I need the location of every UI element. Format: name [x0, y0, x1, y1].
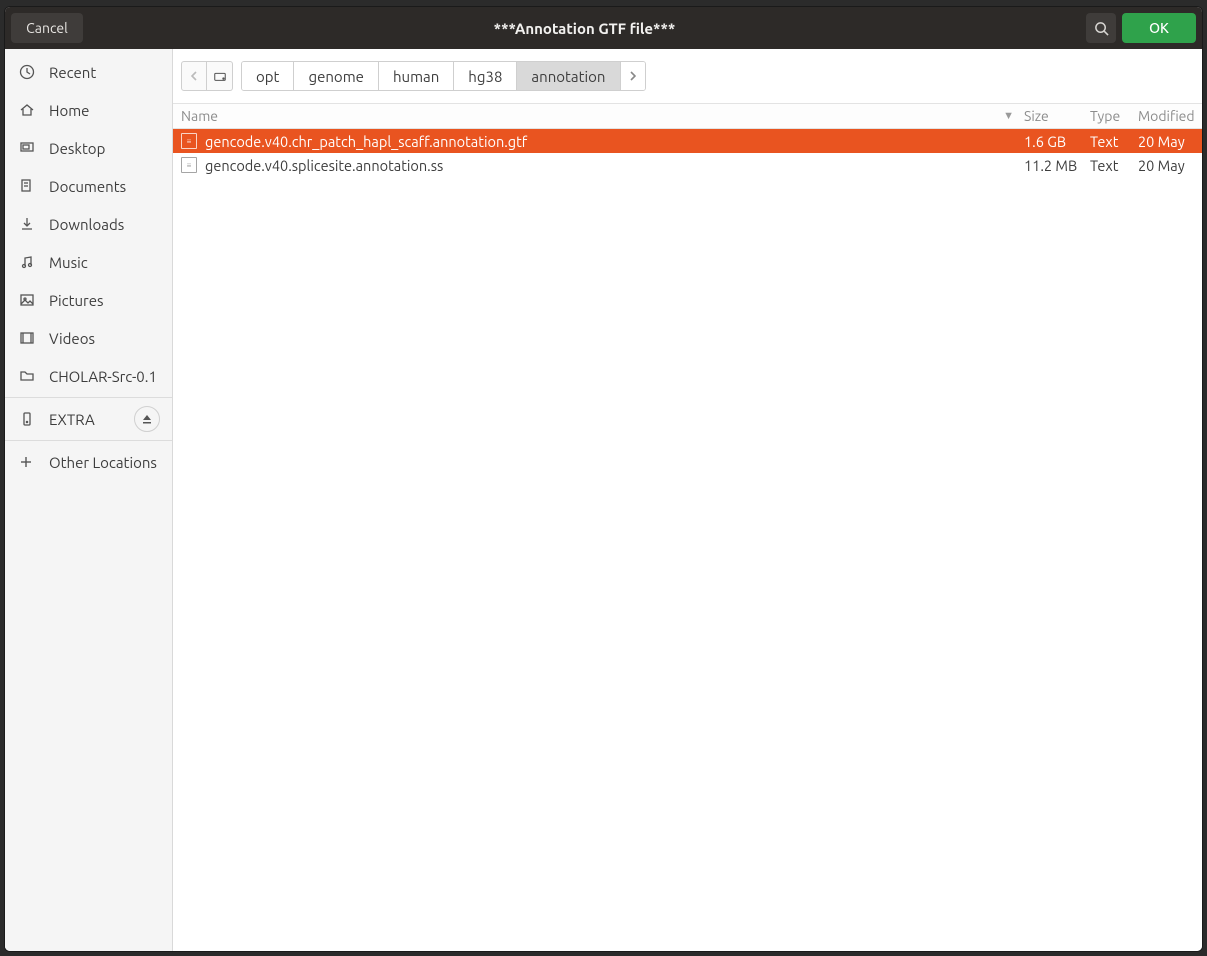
breadcrumb-segment[interactable]: opt [242, 62, 294, 90]
column-header-size[interactable]: Size [1024, 108, 1090, 124]
file-list-header: Name ▼ Size Type Modified [173, 103, 1202, 129]
ok-button[interactable]: OK [1122, 13, 1196, 43]
disk-icon [213, 69, 227, 83]
cancel-button[interactable]: Cancel [11, 13, 83, 43]
sidebar-item-label: Videos [49, 330, 95, 347]
file-row[interactable]: ≡ gencode.v40.chr_patch_hapl_scaff.annot… [173, 129, 1202, 153]
breadcrumb-segment[interactable]: genome [294, 62, 378, 90]
titlebar: Cancel ***Annotation GTF file*** OK [5, 7, 1202, 49]
sidebar-item-downloads[interactable]: Downloads [5, 205, 172, 243]
search-icon [1094, 21, 1109, 36]
breadcrumb-segment-current[interactable]: annotation [517, 62, 620, 90]
home-icon [19, 102, 37, 118]
file-modified: 20 May [1138, 157, 1202, 174]
eject-icon [142, 414, 152, 424]
file-type: Text [1090, 157, 1138, 174]
file-name: gencode.v40.splicesite.annotation.ss [205, 157, 1024, 174]
sidebar-item-desktop[interactable]: Desktop [5, 129, 172, 167]
breadcrumb: opt genome human hg38 annotation [241, 61, 646, 91]
text-file-icon: ≡ [181, 133, 197, 149]
path-root-button[interactable] [207, 61, 233, 91]
sidebar-item-label: Music [49, 254, 88, 271]
main-pane: opt genome human hg38 annotation Name ▼ … [173, 49, 1202, 951]
column-header-name[interactable]: Name ▼ [181, 108, 1024, 124]
file-chooser-window: Cancel ***Annotation GTF file*** OK Rece… [4, 6, 1203, 952]
dialog-title: ***Annotation GTF file*** [89, 20, 1080, 37]
breadcrumb-segment[interactable]: hg38 [454, 62, 517, 90]
clock-icon [19, 64, 37, 80]
sidebar-item-extra[interactable]: EXTRA [5, 400, 172, 438]
drive-icon [19, 411, 37, 427]
file-type: Text [1090, 133, 1138, 150]
path-bar: opt genome human hg38 annotation [173, 49, 1202, 103]
breadcrumb-forward[interactable] [621, 62, 645, 90]
eject-button[interactable] [134, 406, 160, 432]
sidebar-item-label: Desktop [49, 140, 105, 157]
search-button[interactable] [1086, 13, 1116, 43]
column-header-name-label: Name [181, 108, 218, 124]
file-size: 11.2 MB [1024, 157, 1090, 174]
sidebar-separator [5, 440, 172, 441]
sidebar-item-music[interactable]: Music [5, 243, 172, 281]
desktop-icon [19, 140, 37, 156]
sidebar-item-label: Recent [49, 64, 96, 81]
sidebar-item-label: Documents [49, 178, 126, 195]
sidebar-item-label: Downloads [49, 216, 124, 233]
sidebar-item-documents[interactable]: Documents [5, 167, 172, 205]
sidebar-item-videos[interactable]: Videos [5, 319, 172, 357]
file-list: ≡ gencode.v40.chr_patch_hapl_scaff.annot… [173, 129, 1202, 177]
documents-icon [19, 178, 37, 194]
breadcrumb-segment[interactable]: human [379, 62, 454, 90]
sidebar-item-other-locations[interactable]: Other Locations [5, 443, 172, 481]
sidebar-item-label: Home [49, 102, 89, 119]
chevron-right-icon [629, 71, 637, 81]
sidebar-item-pictures[interactable]: Pictures [5, 281, 172, 319]
videos-icon [19, 330, 37, 346]
chevron-left-icon [190, 71, 198, 81]
music-icon [19, 254, 37, 270]
text-file-icon: ≡ [181, 157, 197, 173]
plus-icon [19, 455, 37, 469]
column-header-type[interactable]: Type [1090, 108, 1138, 124]
pictures-icon [19, 292, 37, 308]
sidebar-item-folder[interactable]: CHOLAR-Src-0.1 [5, 357, 172, 395]
file-row[interactable]: ≡ gencode.v40.splicesite.annotation.ss 1… [173, 153, 1202, 177]
path-back-button[interactable] [181, 61, 207, 91]
dialog-body: Recent Home Desktop Documents [5, 49, 1202, 951]
folder-icon [19, 368, 37, 384]
downloads-icon [19, 216, 37, 232]
sidebar: Recent Home Desktop Documents [5, 49, 173, 951]
sidebar-item-home[interactable]: Home [5, 91, 172, 129]
file-name: gencode.v40.chr_patch_hapl_scaff.annotat… [205, 133, 1024, 150]
sidebar-item-recent[interactable]: Recent [5, 53, 172, 91]
sidebar-separator [5, 397, 172, 398]
column-header-modified[interactable]: Modified [1138, 108, 1202, 124]
file-modified: 20 May [1138, 133, 1202, 150]
sidebar-item-label: CHOLAR-Src-0.1 [49, 368, 157, 385]
sidebar-item-label: Other Locations [49, 454, 157, 471]
file-size: 1.6 GB [1024, 133, 1090, 150]
sort-indicator-icon: ▼ [1003, 110, 1014, 122]
sidebar-item-label: Pictures [49, 292, 104, 309]
sidebar-item-label: EXTRA [49, 411, 95, 428]
